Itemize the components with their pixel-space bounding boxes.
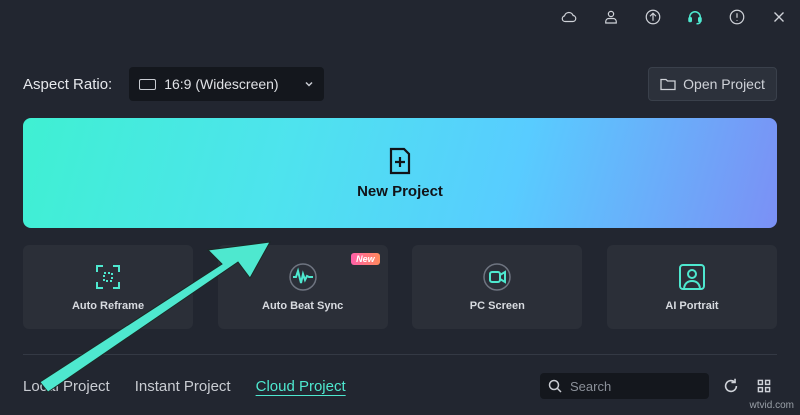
aspect-ratio-select[interactable]: 16:9 (Widescreen) xyxy=(129,67,325,101)
watermark: wtvid.com xyxy=(749,400,794,411)
user-icon[interactable] xyxy=(590,0,632,34)
aspect-ratio-row: Aspect Ratio: 16:9 (Widescreen) Open Pro… xyxy=(23,67,777,101)
portrait-icon xyxy=(678,264,705,290)
new-file-icon xyxy=(389,147,411,174)
auto-beat-sync-label: Auto Beat Sync xyxy=(262,300,344,312)
title-bar xyxy=(548,0,800,34)
pc-screen-card[interactable]: PC Screen xyxy=(412,245,583,329)
open-project-label: Open Project xyxy=(683,76,765,92)
project-tabs: Local Project Instant Project Cloud Proj… xyxy=(23,374,346,398)
new-project-label: New Project xyxy=(357,182,443,200)
open-project-button[interactable]: Open Project xyxy=(648,67,777,101)
screen-record-icon xyxy=(483,263,512,291)
info-icon[interactable] xyxy=(716,0,758,34)
aspect-ratio-value: 16:9 (Widescreen) xyxy=(164,76,279,92)
auto-reframe-card[interactable]: Auto Reframe xyxy=(23,245,193,329)
auto-beat-sync-card[interactable]: New Auto Beat Sync xyxy=(217,245,388,329)
reframe-icon xyxy=(96,265,120,289)
tab-instant-project[interactable]: Instant Project xyxy=(135,378,231,395)
aspect-ratio-label: Aspect Ratio: xyxy=(23,75,113,93)
beat-sync-icon xyxy=(288,263,317,291)
close-icon[interactable] xyxy=(758,0,800,34)
chevron-down-icon xyxy=(305,81,313,87)
new-project-button[interactable]: New Project xyxy=(23,118,777,228)
divider xyxy=(23,354,777,355)
pc-screen-label: PC Screen xyxy=(469,300,525,312)
widescreen-icon xyxy=(139,78,157,90)
ai-portrait-card[interactable]: AI Portrait xyxy=(606,245,777,329)
tab-local-project[interactable]: Local Project xyxy=(23,378,110,395)
tab-cloud-project[interactable]: Cloud Project xyxy=(256,378,346,395)
search-icon xyxy=(548,379,562,393)
upload-icon[interactable] xyxy=(632,0,674,34)
ai-portrait-label: AI Portrait xyxy=(665,300,719,312)
refresh-icon[interactable] xyxy=(721,376,741,396)
grid-view-icon[interactable] xyxy=(754,376,774,396)
new-badge: New xyxy=(351,253,380,265)
search-box xyxy=(540,373,709,399)
headset-icon[interactable] xyxy=(674,0,716,34)
folder-icon xyxy=(660,78,676,91)
search-input[interactable] xyxy=(570,378,700,394)
auto-reframe-label: Auto Reframe xyxy=(71,300,145,312)
cloud-icon[interactable] xyxy=(548,0,590,34)
quick-actions: Auto Reframe New Auto Beat Sync PC Scree… xyxy=(23,245,777,329)
